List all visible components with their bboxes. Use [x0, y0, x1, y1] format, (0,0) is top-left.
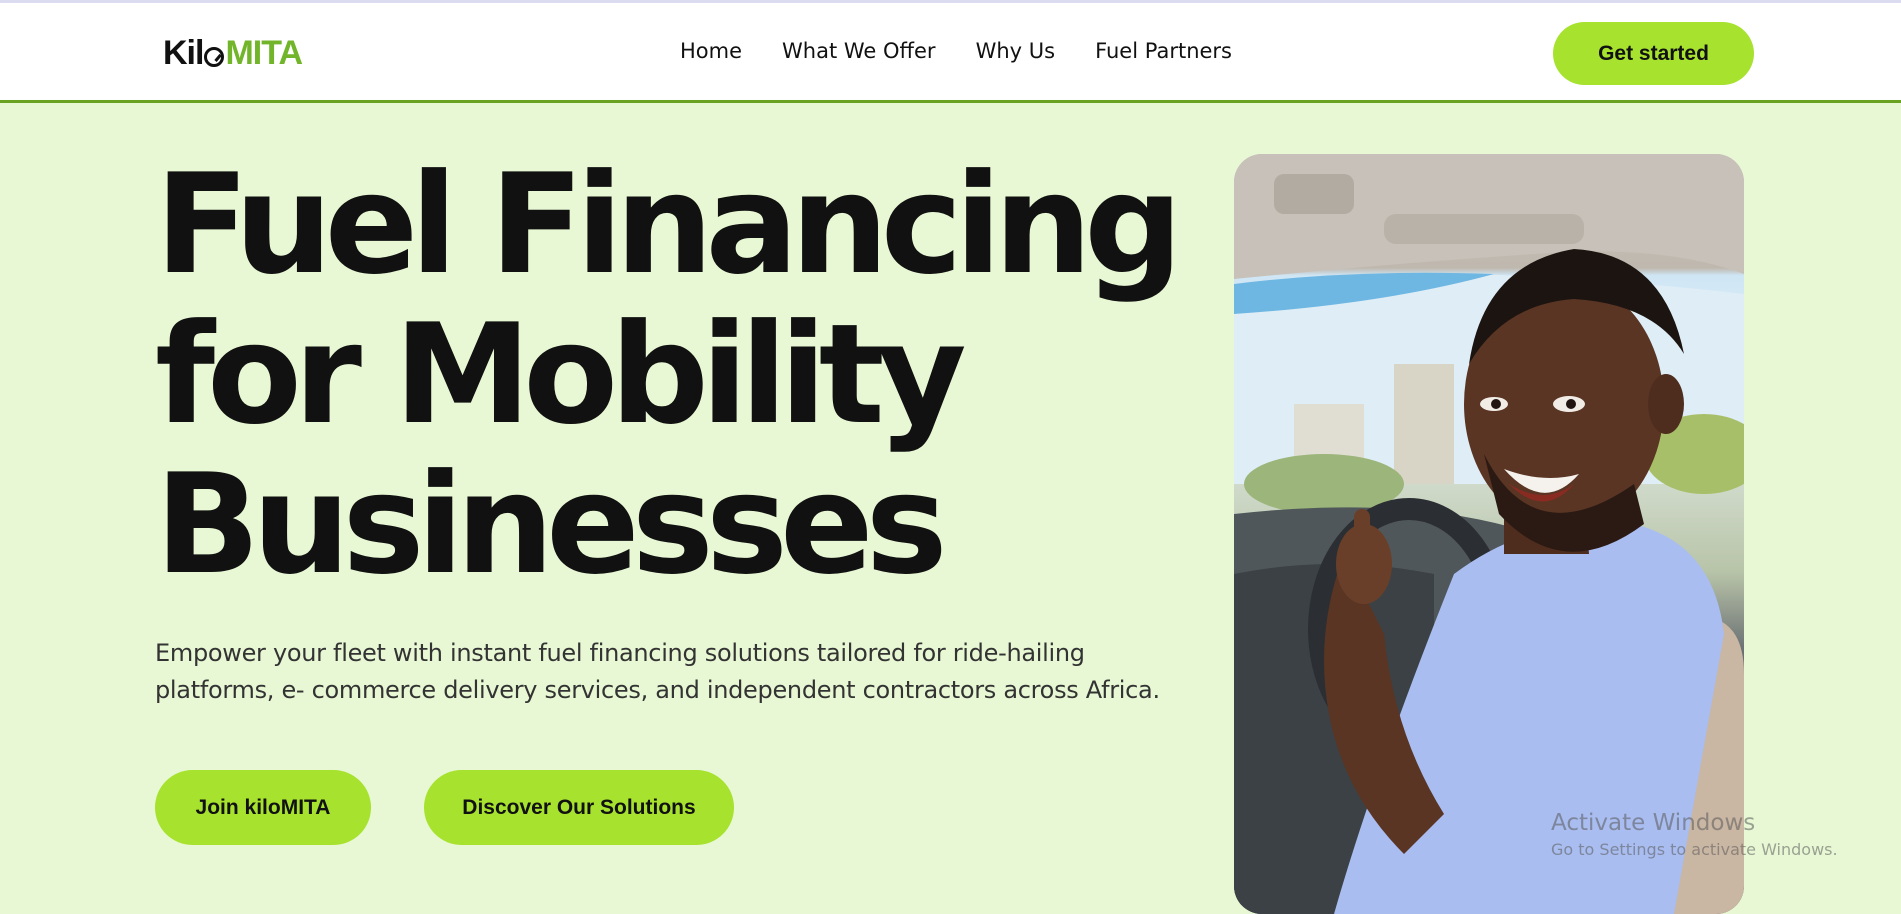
- driver-illustration: [1234, 154, 1744, 914]
- logo-text-mita: MITA: [225, 33, 303, 72]
- get-started-button[interactable]: Get started: [1553, 22, 1754, 85]
- hero-subtitle-line-1: Empower your fleet with instant fuel fin…: [155, 639, 1085, 667]
- hero-title-line-2: for Mobility: [155, 294, 967, 455]
- hero-subtitle-line-2: platforms, e- commerce delivery services…: [155, 676, 1160, 704]
- watermark-line-1: Activate Windows: [1551, 810, 1756, 836]
- nav-home[interactable]: Home: [680, 39, 742, 63]
- kilomita-logo[interactable]: Kil MITA: [163, 33, 303, 73]
- gauge-icon: [204, 47, 225, 67]
- hero-title-line-3: Businesses: [155, 444, 948, 605]
- hero-driver-photo: [1234, 154, 1744, 914]
- hero-title-line-1: Fuel Financing: [155, 144, 1183, 305]
- main-nav: Home What We Offer Why Us Fuel Partners: [680, 39, 1232, 63]
- nav-fuel-partners[interactable]: Fuel Partners: [1095, 39, 1232, 63]
- hero-subtitle: Empower your fleet with instant fuel fin…: [155, 635, 1215, 709]
- nav-why-us[interactable]: Why Us: [976, 39, 1056, 63]
- logo-text-kil: Kil: [163, 33, 204, 72]
- activate-windows-watermark: Activate Windows Go to Settings to activ…: [1551, 810, 1838, 859]
- watermark-line-2: Go to Settings to activate Windows.: [1551, 840, 1838, 859]
- nav-what-we-offer[interactable]: What We Offer: [782, 39, 936, 63]
- site-header: Kil MITA Home What We Offer Why Us Fuel …: [0, 3, 1901, 103]
- join-kilomita-button[interactable]: Join kiloMITA: [155, 770, 371, 845]
- hero-title: Fuel Financing for Mobility Businesses: [155, 144, 1183, 605]
- discover-solutions-button[interactable]: Discover Our Solutions: [424, 770, 734, 845]
